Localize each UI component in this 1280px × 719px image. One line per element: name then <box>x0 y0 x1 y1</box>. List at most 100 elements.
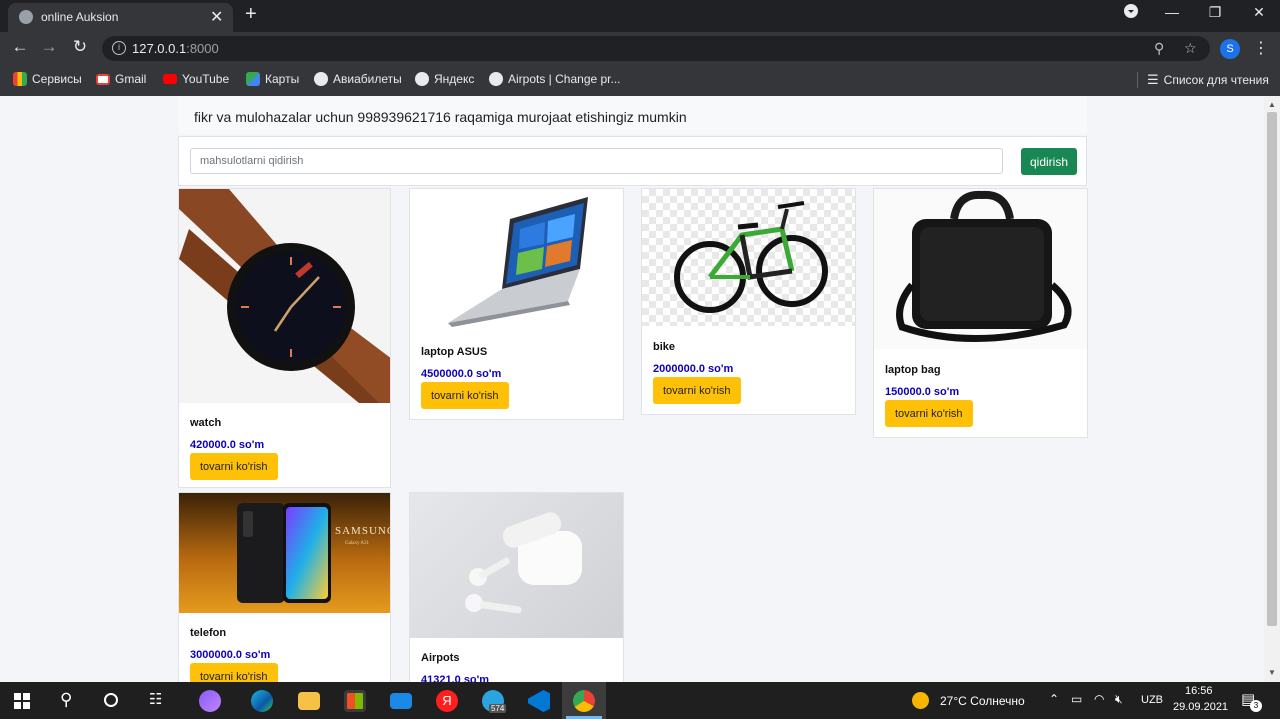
product-image-watch[interactable] <box>179 189 390 403</box>
ms-store-icon[interactable] <box>344 690 366 712</box>
product-card-bike: bike 2000000.0 so'm tovarni ko'rish <box>641 188 856 415</box>
globe-icon <box>489 72 503 86</box>
reload-icon[interactable]: ↻ <box>69 37 91 57</box>
scrollbar-thumb[interactable] <box>1267 112 1277 626</box>
chrome-icon <box>573 690 595 712</box>
scroll-up-icon[interactable]: ▲ <box>1268 100 1276 109</box>
battery-icon[interactable]: ▭ <box>1071 692 1082 706</box>
gmail-icon <box>96 73 110 85</box>
tab-title: online Auksion <box>41 10 119 24</box>
maps-icon <box>246 72 260 86</box>
product-price: 150000.0 so'm <box>885 386 960 398</box>
windows-start-icon[interactable] <box>14 693 30 709</box>
address-bar[interactable]: i 127.0.0.1:8000 ⚲ ☆ <box>102 36 1210 61</box>
tab-search-icon[interactable] <box>1116 4 1146 21</box>
phone-model-text: Galaxy A31 <box>345 541 370 546</box>
youtube-icon <box>163 74 177 84</box>
search-input[interactable] <box>190 148 1003 174</box>
zoom-icon[interactable]: ⚲ <box>1154 40 1164 57</box>
url-text[interactable]: 127.0.0.1:8000 <box>132 41 219 56</box>
product-price: 420000.0 so'm <box>190 439 265 451</box>
product-card-watch: watch 420000.0 so'm tovarni ko'rish <box>178 188 391 488</box>
scroll-down-icon[interactable]: ▼ <box>1268 668 1276 677</box>
clock-time[interactable]: 16:56 <box>1185 685 1213 697</box>
product-image-airpots[interactable] <box>410 493 623 638</box>
bookmark-aviabilety[interactable]: Авиабилеты <box>314 72 402 86</box>
product-image-phone[interactable]: SAMSUNG Galaxy A31 <box>179 493 390 613</box>
search-icon[interactable]: ⚲ <box>60 690 72 710</box>
restore-icon[interactable]: ❐ <box>1200 4 1230 21</box>
weather-sun-icon <box>912 692 929 709</box>
cortana-icon[interactable] <box>104 693 118 707</box>
view-product-button[interactable]: tovarni ko'rish <box>190 663 278 682</box>
edge-icon[interactable] <box>251 690 273 712</box>
feedback-notice: fikr va mulohazalar uchun 998939621716 r… <box>178 96 1087 134</box>
product-card-laptop-bag: laptop bag 150000.0 so'm tovarni ko'rish <box>873 188 1088 438</box>
close-tab-icon[interactable]: ✕ <box>210 7 223 27</box>
view-product-button[interactable]: tovarni ko'rish <box>190 453 278 480</box>
view-product-button[interactable]: tovarni ko'rish <box>421 382 509 409</box>
search-button[interactable]: qidirish <box>1021 148 1077 175</box>
bookmark-maps[interactable]: Карты <box>246 72 299 86</box>
profile-avatar[interactable]: S <box>1220 39 1240 59</box>
product-name: watch <box>190 417 222 429</box>
language-indicator[interactable]: UZB <box>1141 694 1163 706</box>
globe-icon <box>19 10 33 24</box>
phone-brand-text: SAMSUNG <box>335 525 390 537</box>
volume-mute-icon[interactable]: 🔇︎ <box>1115 692 1123 707</box>
telegram-badge: 574 <box>489 704 507 713</box>
page-scrollbar[interactable]: ▲ ▼ <box>1264 96 1280 682</box>
view-product-button[interactable]: tovarni ko'rish <box>653 377 741 404</box>
bookmark-star-icon[interactable]: ☆ <box>1184 40 1197 57</box>
wifi-icon[interactable]: ◠ <box>1094 692 1104 706</box>
browser-menu-icon[interactable]: ⋮ <box>1253 38 1269 58</box>
product-card-laptop: laptop ASUS 4500000.0 so'm tovarni ko'ri… <box>409 188 624 420</box>
minimize-icon[interactable]: — <box>1157 4 1187 20</box>
tray-chevron-icon[interactable]: ⌃ <box>1049 692 1059 706</box>
product-name: telefon <box>190 627 227 639</box>
bookmarks-bar: Сервисы Gmail YouTube Карты Авиабилеты Я… <box>0 64 1280 97</box>
reading-list-icon: ☰ <box>1147 72 1159 87</box>
yandex-browser-icon[interactable]: Я <box>436 690 458 712</box>
product-name: laptop bag <box>885 364 941 376</box>
file-explorer-icon[interactable] <box>298 692 320 710</box>
vscode-icon[interactable] <box>528 690 550 712</box>
weather-text[interactable]: 27°C Солнечно <box>940 694 1025 708</box>
apps-grid-icon <box>13 72 27 86</box>
notification-count: 3 <box>1250 700 1262 712</box>
site-info-icon[interactable]: i <box>112 41 126 55</box>
globe-icon <box>314 72 328 86</box>
product-image-laptop-bag[interactable] <box>874 189 1087 349</box>
chrome-taskbar-active[interactable] <box>562 682 606 719</box>
product-image-bike[interactable] <box>642 189 855 326</box>
product-name: laptop ASUS <box>421 346 488 358</box>
clock-date[interactable]: 29.09.2021 <box>1173 701 1228 713</box>
bookmarks-divider <box>1137 72 1138 88</box>
browser-tab-bar: online Auksion ✕ + — ❐ ✕ <box>0 0 1280 32</box>
bookmark-gmail[interactable]: Gmail <box>96 72 146 86</box>
back-icon[interactable]: ← <box>9 37 31 57</box>
globe-icon <box>415 72 429 86</box>
bookmark-yandex[interactable]: Яндекс <box>415 72 474 86</box>
alice-icon[interactable] <box>199 690 221 712</box>
product-image-laptop[interactable] <box>410 189 623 332</box>
bookmark-airpots[interactable]: Airpots | Change pr... <box>489 72 621 86</box>
new-tab-icon[interactable]: + <box>245 3 257 26</box>
product-name: bike <box>653 341 676 353</box>
close-window-icon[interactable]: ✕ <box>1244 4 1274 21</box>
task-view-icon[interactable]: ☷ <box>149 690 162 708</box>
product-price: 4500000.0 so'm <box>421 368 502 380</box>
mail-icon[interactable] <box>390 693 412 709</box>
product-name: Airpots <box>421 652 460 664</box>
forward-icon[interactable]: → <box>38 37 60 57</box>
reading-list[interactable]: ☰ Список для чтения <box>1147 72 1269 88</box>
product-price: 41321.0 so'm <box>421 674 490 682</box>
view-product-button[interactable]: tovarni ko'rish <box>885 400 973 427</box>
product-price: 3000000.0 so'm <box>190 649 271 661</box>
bookmark-services[interactable]: Сервисы <box>13 72 82 86</box>
bookmark-youtube[interactable]: YouTube <box>163 72 229 86</box>
product-card-phone: SAMSUNG Galaxy A31 telefon 3000000.0 so'… <box>178 492 391 682</box>
page-viewport: fikr va mulohazalar uchun 998939621716 r… <box>0 96 1264 682</box>
browser-tab[interactable]: online Auksion ✕ <box>8 3 233 32</box>
product-price: 2000000.0 so'm <box>653 363 734 375</box>
